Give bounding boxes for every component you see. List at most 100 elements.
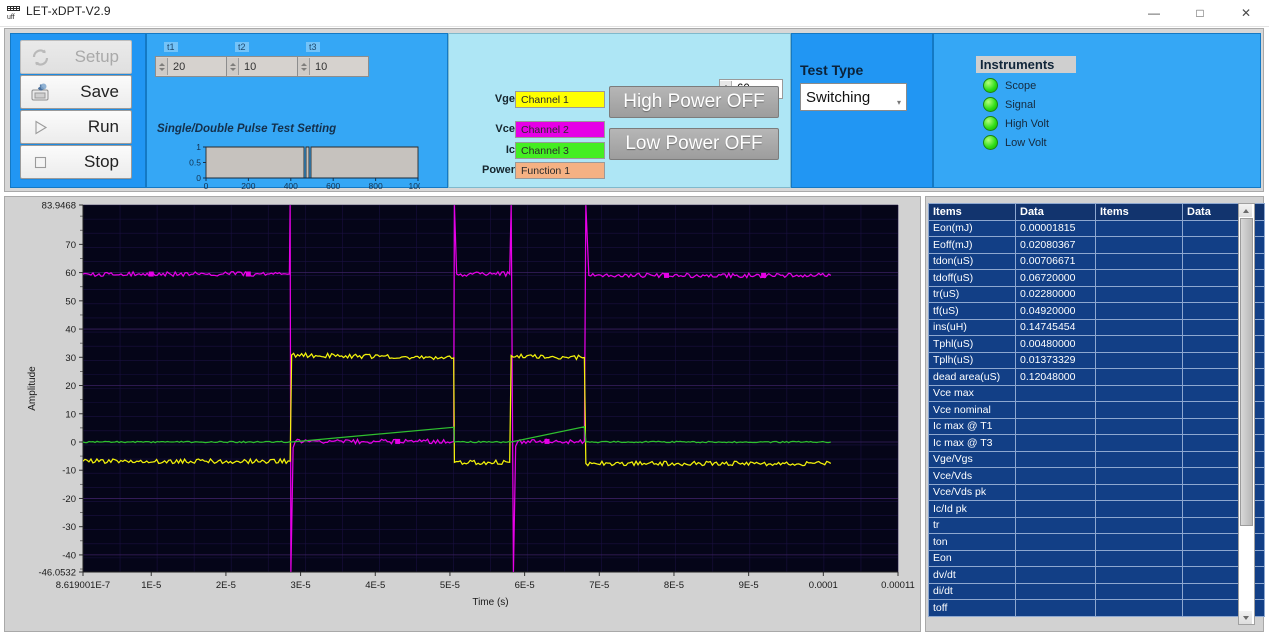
table-row[interactable]: Eoff(mJ) 0.02080367 (929, 237, 1265, 254)
t2-input[interactable]: 10 (226, 56, 298, 77)
t3-spinner[interactable] (298, 58, 310, 75)
ic-channel-select[interactable]: Channel 3 (515, 142, 605, 159)
result-item-name-2 (1096, 550, 1183, 567)
instrument-high-volt-label: High Volt (1005, 118, 1049, 130)
scroll-up-arrow-icon[interactable] (1239, 204, 1252, 217)
result-item-name-2 (1096, 220, 1183, 237)
result-item-value-2 (1183, 270, 1244, 287)
t1-spinner[interactable] (156, 58, 168, 75)
result-item-name: Tplh(uS) (929, 352, 1016, 369)
results-scrollbar[interactable] (1238, 203, 1255, 625)
table-row[interactable]: Eon(mJ) 0.00001815 (929, 220, 1265, 237)
table-row[interactable]: Eon (929, 550, 1265, 567)
table-row[interactable]: Tplh(uS) 0.01373329 (929, 352, 1265, 369)
result-item-name: tdon(uS) (929, 253, 1016, 270)
table-row[interactable]: tr (929, 517, 1265, 534)
table-row[interactable]: Ic/Id pk (929, 501, 1265, 518)
result-item-value-2 (1183, 237, 1244, 254)
result-item-value (1016, 385, 1096, 402)
scroll-down-arrow-icon[interactable] (1239, 611, 1252, 624)
table-row[interactable]: tf(uS) 0.04920000 (929, 303, 1265, 320)
result-item-value-2 (1183, 583, 1244, 600)
result-item-name: dead area(uS) (929, 369, 1016, 386)
table-row[interactable]: Ic max @ T3 (929, 435, 1265, 452)
run-button-label: Run (88, 117, 119, 137)
svg-text:40: 40 (65, 325, 76, 336)
setup-button[interactable]: Setup (20, 40, 132, 74)
vge-channel-select[interactable]: Channel 1 (515, 91, 605, 108)
svg-text:0.5: 0.5 (189, 158, 201, 168)
result-item-value (1016, 517, 1096, 534)
close-button[interactable]: ✕ (1223, 0, 1269, 26)
table-row[interactable]: Vce/Vds (929, 468, 1265, 485)
result-item-value: 0.00706671 (1016, 253, 1096, 270)
table-row[interactable]: tdoff(uS) 0.06720000 (929, 270, 1265, 287)
minimize-button[interactable]: — (1131, 0, 1177, 26)
window-controls: — □ ✕ (1131, 0, 1269, 26)
result-item-value: 0.04920000 (1016, 303, 1096, 320)
high-power-toggle-button[interactable]: High Power OFF (609, 86, 779, 118)
table-row[interactable]: Vge/Vgs (929, 451, 1265, 468)
result-item-name-2 (1096, 418, 1183, 435)
save-disk-icon (30, 82, 51, 103)
instrument-scope[interactable]: Scope (976, 78, 1036, 93)
result-item-name: Ic/Id pk (929, 501, 1016, 518)
low-power-toggle-button[interactable]: Low Power OFF (609, 128, 779, 160)
result-item-value: 0.12048000 (1016, 369, 1096, 386)
stop-button-label: Stop (84, 152, 119, 172)
table-row[interactable]: di/dt (929, 583, 1265, 600)
svg-text:0: 0 (196, 173, 201, 183)
window-title: LET-xDPT-V2.9 (26, 4, 111, 18)
result-item-value-2 (1183, 567, 1244, 584)
table-row[interactable]: toff (929, 600, 1265, 617)
table-row[interactable]: tr(uS) 0.02280000 (929, 286, 1265, 303)
result-item-value (1016, 600, 1096, 617)
table-row[interactable]: Ic max @ T1 (929, 418, 1265, 435)
waveform-plot[interactable]: 83.9468 70 60 50 40 30 20 10 0 -10 -20 -30 -40 -46.05… (5, 197, 918, 629)
top-control-panel: Setup Save Run Stop t1 20 t2 10 t3 10 Si… (4, 28, 1264, 192)
waveform-graph-panel[interactable]: 83.9468 70 60 50 40 30 20 10 0 -10 -20 -30 -40 -46.05… (4, 196, 921, 632)
instrument-low-volt-label: Low Volt (1005, 137, 1047, 149)
result-item-value-2 (1183, 303, 1244, 320)
chevron-down-icon: ▾ (897, 98, 901, 107)
status-led-icon (983, 135, 998, 150)
table-row[interactable]: Vce/Vds pk (929, 484, 1265, 501)
run-button[interactable]: Run (20, 110, 132, 144)
svg-text:uff: uff (7, 14, 15, 20)
table-row[interactable]: dv/dt (929, 567, 1265, 584)
svg-text:0: 0 (71, 437, 76, 448)
svg-text:2E-5: 2E-5 (216, 580, 236, 591)
table-row[interactable]: Vce max (929, 385, 1265, 402)
table-row[interactable]: dead area(uS) 0.12048000 (929, 369, 1265, 386)
scrollbar-thumb[interactable] (1240, 218, 1253, 526)
table-row[interactable]: Vce nominal (929, 402, 1265, 419)
result-item-name: tf(uS) (929, 303, 1016, 320)
power-function-select[interactable]: Function 1 (515, 162, 605, 179)
table-row[interactable]: ins(uH) 0.14745454 (929, 319, 1265, 336)
instruments-pane: Instruments Scope Signal High Volt Low V… (933, 33, 1261, 188)
stop-button[interactable]: Stop (20, 145, 132, 179)
instrument-high-volt[interactable]: High Volt (976, 116, 1049, 131)
t2-value: 10 (239, 61, 256, 73)
t3-input[interactable]: 10 (297, 56, 369, 77)
table-row[interactable]: ton (929, 534, 1265, 551)
t1-input[interactable]: 20 (155, 56, 227, 77)
result-item-value-2 (1183, 286, 1244, 303)
table-row[interactable]: Tphl(uS) 0.00480000 (929, 336, 1265, 353)
vce-channel-select[interactable]: Channel 2 (515, 121, 605, 138)
t2-spinner[interactable] (227, 58, 239, 75)
result-item-value: 0.01373329 (1016, 352, 1096, 369)
svg-text:8.619001E-7: 8.619001E-7 (56, 580, 110, 591)
test-type-value: Switching (801, 89, 870, 106)
instrument-signal[interactable]: Signal (976, 97, 1036, 112)
power-label: Power (469, 164, 515, 176)
result-item-name: ton (929, 534, 1016, 551)
instrument-low-volt[interactable]: Low Volt (976, 135, 1047, 150)
table-row[interactable]: tdon(uS) 0.00706671 (929, 253, 1265, 270)
test-type-dropdown[interactable]: Switching ▾ (800, 83, 907, 111)
save-button[interactable]: Save (20, 75, 132, 109)
result-item-name: Eon (929, 550, 1016, 567)
svg-text:0.0001: 0.0001 (809, 580, 838, 591)
maximize-button[interactable]: □ (1177, 0, 1223, 26)
svg-text:4E-5: 4E-5 (365, 580, 385, 591)
